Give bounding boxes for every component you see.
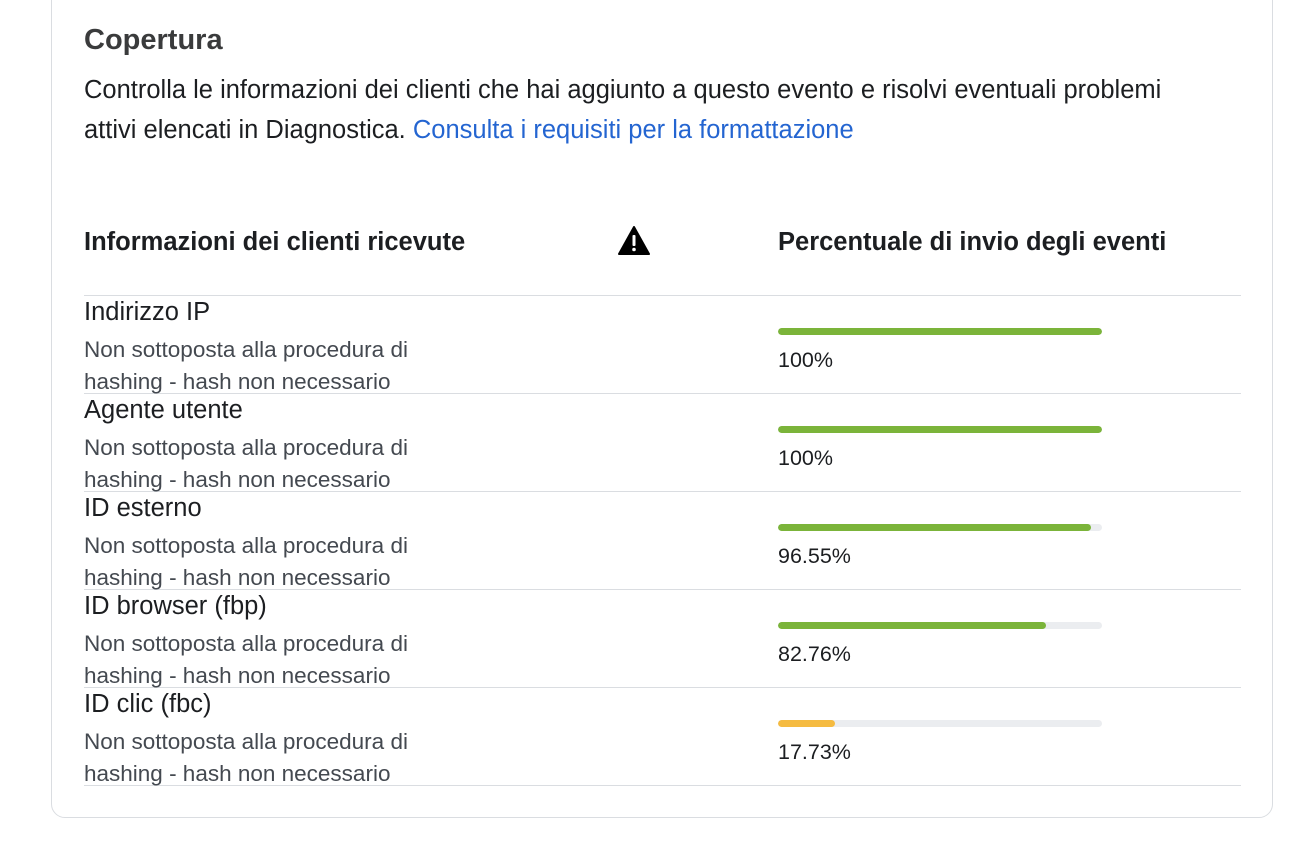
table-row: ID browser (fbp) Non sottoposta alla proc… <box>84 590 1241 688</box>
progress-bar-fill <box>778 328 1102 335</box>
row-parameter-name: ID browser (fbp) <box>84 592 267 620</box>
progress-bar-track <box>778 622 1102 629</box>
progress-bar-fill <box>778 524 1091 531</box>
table-header: Informazioni dei clienti ricevute Percen… <box>84 222 1241 296</box>
table-row: Indirizzo IP Non sottoposta alla procedur… <box>84 296 1241 394</box>
table-row: Agente utente Non sottoposta alla procedu… <box>84 394 1241 492</box>
row-percentage: 100% <box>778 348 833 372</box>
row-percentage: 82.76% <box>778 642 851 666</box>
column-header-event-percentage: Percentuale di invio degli eventi <box>778 228 1167 256</box>
row-percentage: 96.55% <box>778 544 851 568</box>
progress-bar-track <box>778 524 1102 531</box>
row-parameter-name: Agente utente <box>84 396 243 424</box>
progress-bar-fill <box>778 426 1102 433</box>
row-percentage: 17.73% <box>778 740 851 764</box>
column-header-customer-info: Informazioni dei clienti ricevute <box>84 228 466 256</box>
row-hashing-status: Non sottoposta alla procedura di hashing… <box>84 729 408 786</box>
row-parameter-name: ID esterno <box>84 494 202 522</box>
row-hashing-status: Non sottoposta alla procedura di hashing… <box>84 631 408 688</box>
table-row: ID esterno Non sottoposta alla procedura … <box>84 492 1241 590</box>
progress-bar-fill <box>778 622 1047 629</box>
table-row: ID clic (fbc) Non sottoposta alla procedu… <box>84 688 1241 786</box>
formatting-requirements-link[interactable]: Consulta i requisiti per la formattazion… <box>413 116 854 144</box>
progress-bar-fill <box>778 720 836 727</box>
table-body: Indirizzo IP Non sottoposta alla procedur… <box>84 296 1241 786</box>
row-parameter-name: Indirizzo IP <box>84 298 211 326</box>
section-title: Copertura <box>84 24 223 56</box>
progress-bar-track <box>778 426 1102 433</box>
section-description: Controlla le informazioni dei clienti ch… <box>84 70 1204 150</box>
row-hashing-status: Non sottoposta alla procedura di hashing… <box>84 435 408 492</box>
row-percentage: 100% <box>778 446 833 470</box>
row-hashing-status: Non sottoposta alla procedura di hashing… <box>84 533 408 590</box>
progress-bar-track <box>778 720 1102 727</box>
row-parameter-name: ID clic (fbc) <box>84 690 212 718</box>
warning-triangle-icon[interactable] <box>617 225 651 257</box>
row-hashing-status: Non sottoposta alla procedura di hashing… <box>84 337 408 394</box>
progress-bar-track <box>778 328 1102 335</box>
